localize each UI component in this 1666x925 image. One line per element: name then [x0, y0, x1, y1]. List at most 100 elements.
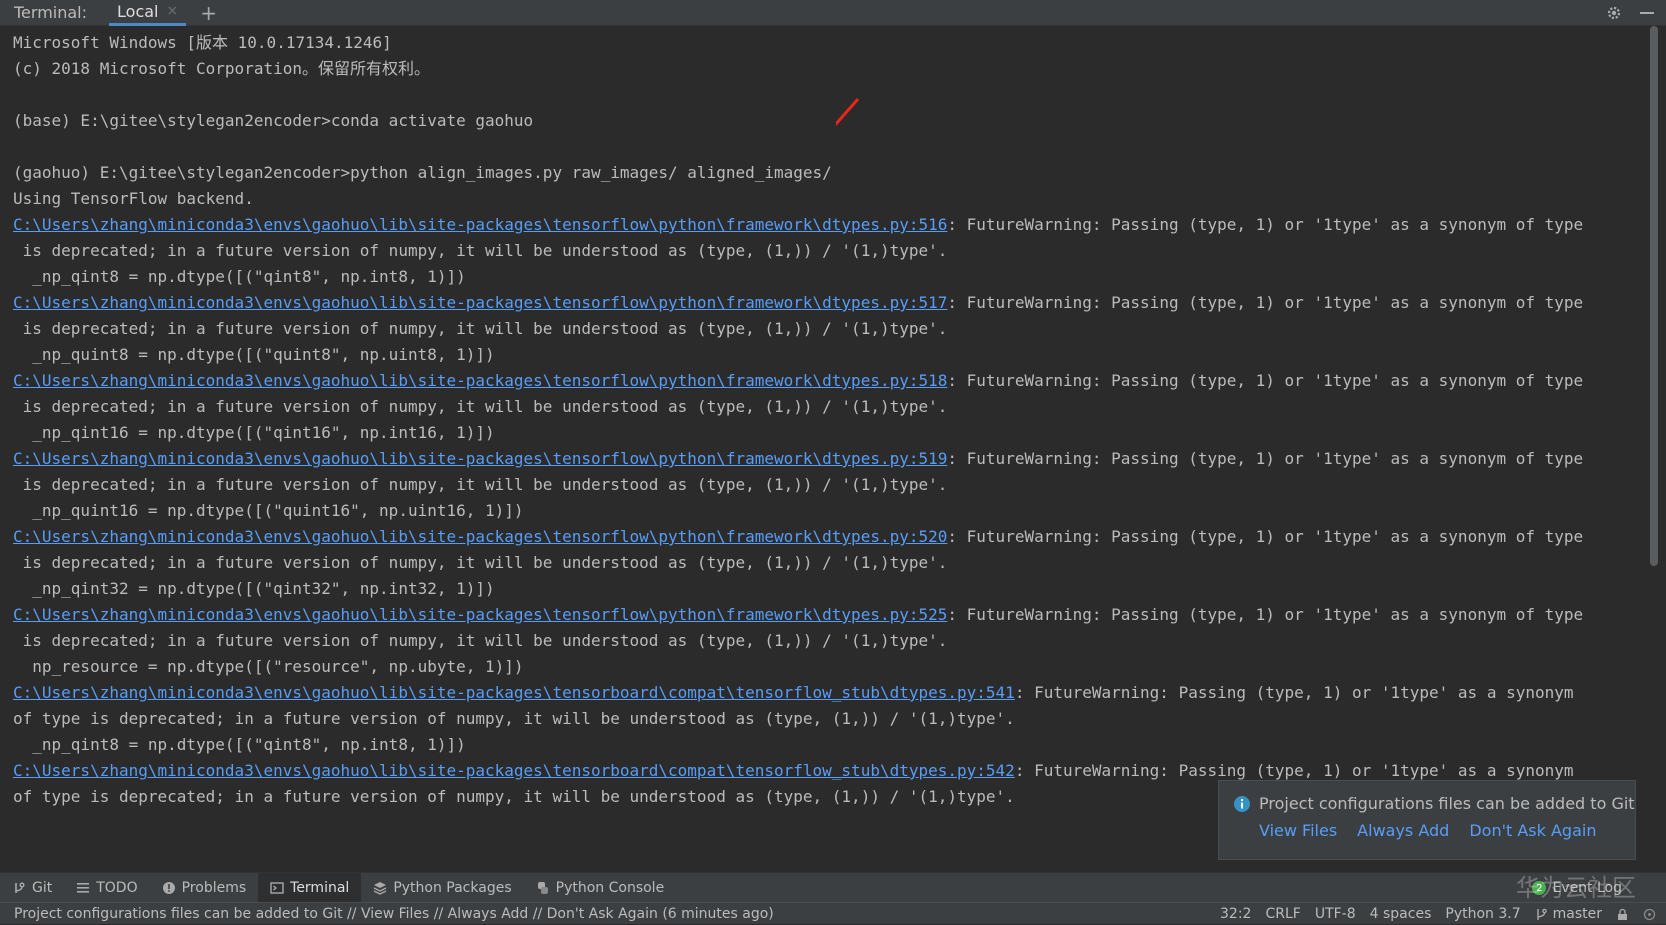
terminal-text: : FutureWarning: Passing (type, 1) or '1…: [947, 293, 1584, 312]
caret-position[interactable]: 32:2: [1220, 906, 1251, 922]
scrollbar-thumb[interactable]: [1650, 26, 1658, 566]
line-separator[interactable]: CRLF: [1265, 906, 1300, 922]
git-notification: Project configurations files can be adde…: [1218, 780, 1636, 860]
file-path-link[interactable]: C:\Users\zhang\miniconda3\envs\gaohuo\li…: [13, 605, 947, 624]
git-branch-icon: [15, 882, 25, 893]
python-icon: [537, 881, 548, 894]
git-branch-widget[interactable]: master: [1535, 906, 1602, 922]
terminal-text: (c) 2018 Microsoft Corporation。保留所有权利。: [13, 59, 430, 78]
terminal-line: _np_qint8 = np.dtype([("qint8", np.int8,…: [13, 732, 1646, 758]
info-icon: [1234, 796, 1250, 812]
terminal-text: is deprecated; in a future version of nu…: [13, 475, 948, 494]
terminal-line: Microsoft Windows [版本 10.0.17134.1246]: [13, 30, 1646, 56]
file-path-link[interactable]: C:\Users\zhang\miniconda3\envs\gaohuo\li…: [13, 293, 947, 312]
terminal-text: : FutureWarning: Passing (type, 1) or '1…: [947, 449, 1584, 468]
close-icon[interactable]: ×: [166, 3, 178, 19]
notification-message: Project configurations files can be adde…: [1259, 794, 1635, 813]
tab-local[interactable]: Local ×: [109, 0, 187, 26]
terminal-text: _np_quint8 = np.dtype([("quint8", np.uin…: [13, 345, 495, 364]
minimize-icon[interactable]: [1640, 12, 1654, 14]
terminal-line: is deprecated; in a future version of nu…: [13, 238, 1646, 264]
branch-icon: [1536, 908, 1547, 920]
tab-local-label: Local: [117, 1, 159, 21]
terminal-line: C:\Users\zhang\miniconda3\envs\gaohuo\li…: [13, 368, 1646, 394]
file-path-link[interactable]: C:\Users\zhang\miniconda3\envs\gaohuo\li…: [13, 527, 947, 546]
terminal-text: _np_qint8 = np.dtype([("qint8", np.int8,…: [13, 735, 466, 754]
view-files-link[interactable]: View Files: [1259, 821, 1337, 840]
branch-name: master: [1552, 906, 1602, 922]
terminal-line: (gaohuo) E:\gitee\stylegan2encoder>pytho…: [13, 160, 1646, 186]
file-path-link[interactable]: C:\Users\zhang\miniconda3\envs\gaohuo\li…: [13, 215, 947, 234]
tool-git[interactable]: Git: [0, 873, 64, 903]
terminal-text: is deprecated; in a future version of nu…: [13, 553, 948, 572]
dont-ask-again-link[interactable]: Don't Ask Again: [1469, 821, 1596, 840]
list-icon: [77, 882, 90, 893]
terminal-line: C:\Users\zhang\miniconda3\envs\gaohuo\li…: [13, 290, 1646, 316]
python-interpreter[interactable]: Python 3.7: [1445, 906, 1520, 922]
terminal-line: (base) E:\gitee\stylegan2encoder>conda a…: [13, 108, 1646, 134]
tool-problems-label: Problems: [181, 879, 247, 896]
terminal-text: _np_qint16 = np.dtype([("qint16", np.int…: [13, 423, 495, 442]
file-encoding[interactable]: UTF-8: [1315, 906, 1356, 922]
terminal-line: C:\Users\zhang\miniconda3\envs\gaohuo\li…: [13, 602, 1646, 628]
terminal-text: Microsoft Windows [版本 10.0.17134.1246]: [13, 33, 392, 52]
terminal-line: is deprecated; in a future version of nu…: [13, 394, 1646, 420]
status-message[interactable]: Project configurations files can be adde…: [0, 906, 774, 922]
file-path-link[interactable]: C:\Users\zhang\miniconda3\envs\gaohuo\li…: [13, 371, 947, 390]
terminal-text: (base) E:\gitee\stylegan2encoder>conda a…: [13, 111, 534, 130]
terminal-line: (c) 2018 Microsoft Corporation。保留所有权利。: [13, 56, 1646, 82]
terminal-line: _np_quint16 = np.dtype([("quint16", np.u…: [13, 498, 1646, 524]
terminal-text: is deprecated; in a future version of nu…: [13, 631, 948, 650]
terminal-text: is deprecated; in a future version of nu…: [13, 397, 948, 416]
terminal-line: C:\Users\zhang\miniconda3\envs\gaohuo\li…: [13, 680, 1646, 706]
file-path-link[interactable]: C:\Users\zhang\miniconda3\envs\gaohuo\li…: [13, 761, 1015, 780]
terminal-text: : FutureWarning: Passing (type, 1) or '1…: [947, 371, 1584, 390]
terminal-text: is deprecated; in a future version of nu…: [13, 241, 948, 260]
terminal-line: Using TensorFlow backend.: [13, 186, 1646, 212]
terminal-line: _np_qint32 = np.dtype([("qint32", np.int…: [13, 576, 1646, 602]
tool-git-label: Git: [32, 879, 53, 896]
tool-python-console[interactable]: Python Console: [524, 873, 677, 903]
scrollbar[interactable]: [1648, 26, 1660, 872]
terminal-text: : FutureWarning: Passing (type, 1) or '1…: [1014, 761, 1574, 780]
tool-problems[interactable]: Problems: [150, 873, 259, 903]
terminal-line: _np_quint8 = np.dtype([("quint8", np.uin…: [13, 342, 1646, 368]
status-bar: Project configurations files can be adde…: [0, 902, 1666, 924]
terminal-text: of type is deprecated; in a future versi…: [13, 787, 1015, 806]
lock-icon[interactable]: [1616, 908, 1629, 921]
terminal-icon: [270, 881, 284, 894]
terminal-text: Using TensorFlow backend.: [13, 189, 254, 208]
always-add-link[interactable]: Always Add: [1357, 821, 1449, 840]
terminal-text: : FutureWarning: Passing (type, 1) or '1…: [947, 605, 1584, 624]
terminal-line: C:\Users\zhang\miniconda3\envs\gaohuo\li…: [13, 524, 1646, 550]
terminal-line: of type is deprecated; in a future versi…: [13, 706, 1646, 732]
terminal-line: is deprecated; in a future version of nu…: [13, 472, 1646, 498]
terminal-output[interactable]: Microsoft Windows [版本 10.0.17134.1246] (c…: [0, 26, 1646, 872]
terminal-text: is deprecated; in a future version of nu…: [13, 319, 948, 338]
layers-icon: [374, 881, 387, 895]
tool-terminal[interactable]: Terminal: [258, 872, 362, 903]
gear-icon[interactable]: [1606, 5, 1622, 21]
terminal-text: of type is deprecated; in a future versi…: [13, 709, 1015, 728]
terminal-text: (gaohuo) E:\gitee\stylegan2encoder>pytho…: [13, 163, 832, 182]
indent-setting[interactable]: 4 spaces: [1370, 906, 1432, 922]
add-tab-button[interactable]: +: [200, 3, 217, 23]
terminal-line: is deprecated; in a future version of nu…: [13, 550, 1646, 576]
terminal-text: _np_qint32 = np.dtype([("qint32", np.int…: [13, 579, 495, 598]
file-path-link[interactable]: C:\Users\zhang\miniconda3\envs\gaohuo\li…: [13, 683, 1015, 702]
terminal-text: _np_qint8 = np.dtype([("qint8", np.int8,…: [13, 267, 466, 286]
terminal-line: C:\Users\zhang\miniconda3\envs\gaohuo\li…: [13, 212, 1646, 238]
tool-python-packages[interactable]: Python Packages: [361, 873, 523, 903]
terminal-line: C:\Users\zhang\miniconda3\envs\gaohuo\li…: [13, 446, 1646, 472]
tool-window-bar: Git TODO Problems Terminal Python Packag…: [0, 872, 1666, 903]
file-path-link[interactable]: C:\Users\zhang\miniconda3\envs\gaohuo\li…: [13, 449, 947, 468]
terminal-line: is deprecated; in a future version of nu…: [13, 316, 1646, 342]
terminal-text: : FutureWarning: Passing (type, 1) or '1…: [947, 215, 1584, 234]
terminal-line: _np_qint8 = np.dtype([("qint8", np.int8,…: [13, 264, 1646, 290]
terminal-header: Terminal: Local × +: [0, 0, 1666, 26]
inspection-icon[interactable]: [1643, 908, 1656, 921]
tool-todo[interactable]: TODO: [64, 873, 149, 903]
terminal-line: _np_qint16 = np.dtype([("qint16", np.int…: [13, 420, 1646, 446]
